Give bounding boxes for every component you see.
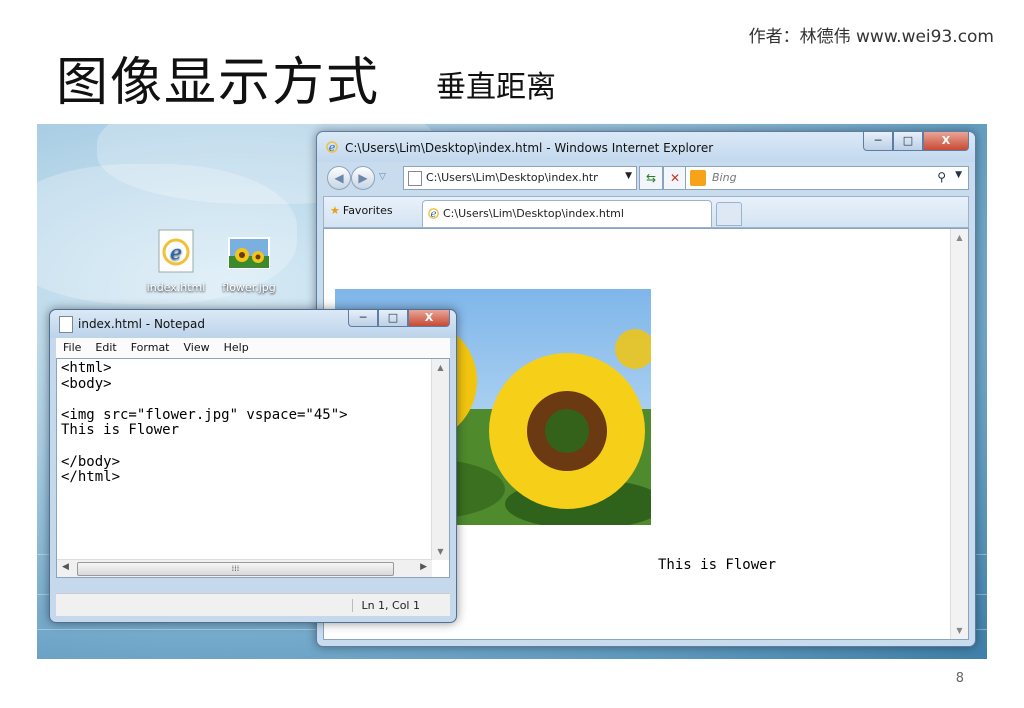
- address-dropdown-icon[interactable]: ▼: [625, 171, 632, 181]
- maximize-button[interactable]: □: [378, 310, 408, 327]
- notepad-title: index.html - Notepad: [78, 317, 205, 331]
- notepad-content: <html> <body> <img src="flower.jpg" vspa…: [61, 360, 348, 486]
- svg-text:e: e: [430, 209, 436, 220]
- close-button[interactable]: X: [408, 310, 450, 327]
- ie-logo-icon: e: [428, 208, 439, 220]
- notepad-horizontal-scrollbar[interactable]: ◀ ⁞⁞⁞ ▶: [57, 559, 432, 577]
- address-actions: ⇆ ✕: [639, 166, 687, 190]
- address-text: C:\Users\Lim\Desktop\index.htm: [426, 171, 598, 184]
- ie-nav-bar: ◀ ▶ ▽ C:\Users\Lim\Desktop\index.htm ▼ ⇆…: [323, 164, 969, 192]
- search-icon[interactable]: ⚲: [937, 170, 946, 184]
- new-tab-button[interactable]: [716, 202, 742, 226]
- tab-index-html[interactable]: e C:\Users\Lim\Desktop\index.html: [422, 200, 712, 227]
- desktop-icon-index-html[interactable]: e index.html: [144, 228, 208, 294]
- refresh-icon[interactable]: ⇆: [639, 166, 663, 190]
- slide-subtitle: 垂直距离: [436, 70, 556, 105]
- favorites-label: Favorites: [342, 204, 393, 217]
- close-button[interactable]: X: [923, 132, 969, 151]
- svg-text:e: e: [329, 141, 336, 154]
- notepad-window: index.html - Notepad ─ □ X File Edit For…: [49, 309, 457, 623]
- tab-title: C:\Users\Lim\Desktop\index.html: [443, 207, 624, 220]
- scroll-up-icon[interactable]: ▲: [951, 233, 968, 242]
- address-bar[interactable]: C:\Users\Lim\Desktop\index.htm ▼: [403, 166, 637, 190]
- scroll-up-icon[interactable]: ▲: [432, 363, 449, 372]
- star-icon: ★: [330, 204, 340, 217]
- search-placeholder: Bing: [712, 171, 737, 184]
- ie-window-title: C:\Users\Lim\Desktop\index.html - Window…: [345, 141, 714, 155]
- favorites-bar: ★ Favorites e C:\Users\Lim\Desktop\index.…: [323, 196, 969, 228]
- minimize-button[interactable]: ─: [863, 132, 893, 151]
- notepad-vertical-scrollbar[interactable]: ▲ ▼: [431, 359, 449, 560]
- scroll-left-icon[interactable]: ◀: [62, 562, 69, 572]
- scroll-down-icon[interactable]: ▼: [432, 547, 449, 556]
- desktop-icon-label: flower.jpg: [222, 281, 276, 294]
- notepad-icon: [59, 316, 73, 333]
- menu-format[interactable]: Format: [124, 338, 177, 358]
- menu-file[interactable]: File: [56, 338, 88, 358]
- cursor-position: Ln 1, Col 1: [352, 599, 420, 612]
- stop-icon[interactable]: ✕: [663, 166, 687, 190]
- notepad-status-bar: Ln 1, Col 1: [56, 593, 450, 616]
- desktop-icon-flower-jpg[interactable]: flower.jpg: [217, 228, 281, 294]
- notepad-text-area[interactable]: <html> <body> <img src="flower.jpg" vspa…: [56, 358, 450, 578]
- favorites-button[interactable]: ★ Favorites: [330, 204, 393, 217]
- scroll-down-icon[interactable]: ▼: [951, 626, 968, 635]
- notepad-menu-bar: File Edit Format View Help: [56, 338, 450, 359]
- ie-window-controls: ─ □ X: [863, 132, 969, 152]
- page-icon: [408, 171, 422, 186]
- back-button[interactable]: ◀: [327, 166, 351, 190]
- notepad-title-bar[interactable]: index.html - Notepad ─ □ X: [50, 310, 456, 338]
- scroll-right-icon[interactable]: ▶: [420, 562, 427, 572]
- menu-edit[interactable]: Edit: [88, 338, 123, 358]
- svg-text:e: e: [170, 240, 182, 264]
- desktop-icon-label: index.html: [146, 281, 206, 294]
- ie-title-bar[interactable]: e C:\Users\Lim\Desktop\index.html - Wind…: [317, 132, 975, 162]
- page-number: 8: [955, 671, 964, 686]
- bing-logo-icon: [690, 170, 706, 186]
- ie-vertical-scrollbar[interactable]: ▲ ▼: [950, 229, 968, 639]
- slide-author: 作者：林德伟 www.wei93.com: [748, 27, 994, 47]
- image-file-icon: [228, 237, 270, 269]
- search-dropdown-icon[interactable]: ▼: [955, 170, 962, 180]
- menu-help[interactable]: Help: [217, 338, 256, 358]
- search-box[interactable]: Bing ⚲ ▼: [685, 166, 969, 190]
- ie-logo-icon: e: [326, 141, 338, 154]
- scroll-thumb[interactable]: ⁞⁞⁞: [77, 562, 394, 576]
- history-dropdown-icon[interactable]: ▽: [379, 172, 386, 182]
- slide-title: 图像显示方式: [56, 53, 381, 113]
- forward-button[interactable]: ▶: [351, 166, 375, 190]
- page-caption: This is Flower: [658, 557, 777, 573]
- maximize-button[interactable]: □: [893, 132, 923, 151]
- ie-file-icon: e: [158, 229, 194, 273]
- menu-view[interactable]: View: [177, 338, 217, 358]
- notepad-window-controls: ─ □ X: [348, 310, 450, 330]
- minimize-button[interactable]: ─: [348, 310, 378, 327]
